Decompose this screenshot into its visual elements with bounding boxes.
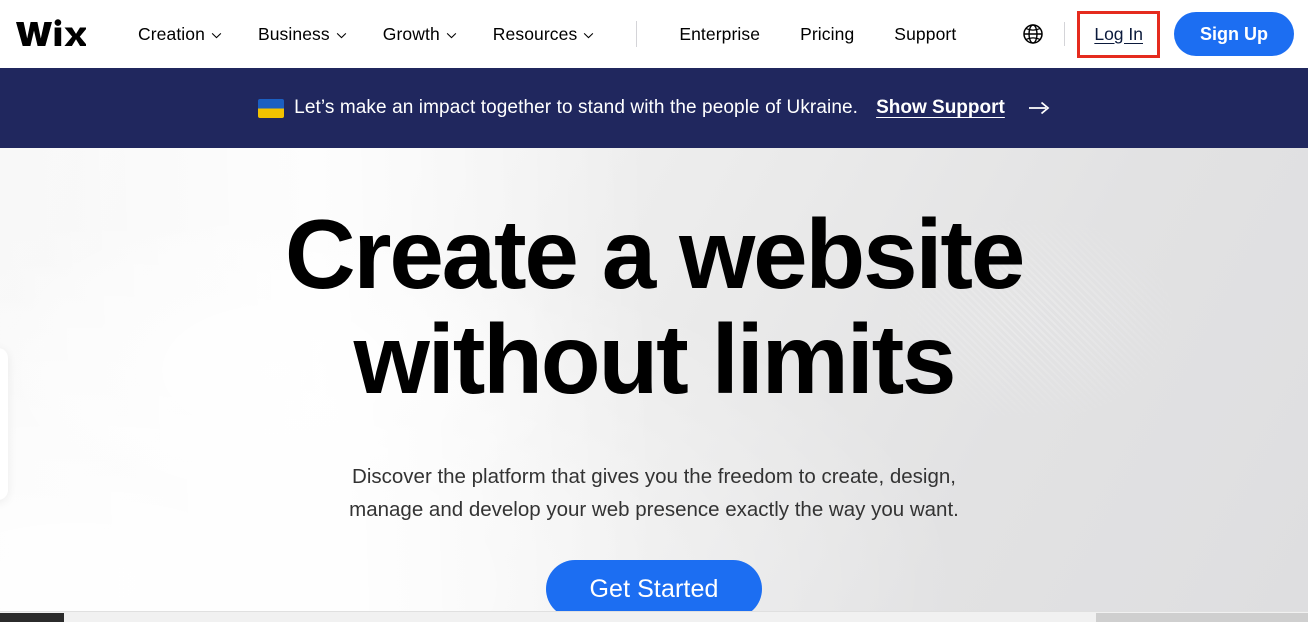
hero-content: Create a website without limits Discover… bbox=[0, 148, 1308, 618]
nav-item-business[interactable]: Business bbox=[240, 16, 365, 53]
signup-button[interactable]: Sign Up bbox=[1174, 12, 1294, 56]
nav-item-growth[interactable]: Growth bbox=[365, 16, 475, 53]
hero-subtitle-line-2: manage and develop your web presence exa… bbox=[349, 498, 959, 521]
nav-item-resources[interactable]: Resources bbox=[475, 16, 613, 53]
nav-item-growth-label: Growth bbox=[382, 23, 440, 44]
login-link: Log In bbox=[1094, 23, 1143, 44]
banner-content: Let’s make an impact together to stand w… bbox=[258, 97, 1050, 119]
nav-divider bbox=[636, 21, 638, 47]
hero-subtitle: Discover the platform that gives you the… bbox=[0, 460, 1308, 526]
wix-logo[interactable] bbox=[14, 17, 86, 51]
nav-item-pricing[interactable]: Pricing bbox=[780, 16, 874, 53]
nav-item-support[interactable]: Support bbox=[874, 16, 976, 53]
primary-nav: Creation Business Growth Resources bbox=[120, 16, 612, 53]
nav-item-support-label: Support bbox=[894, 23, 957, 44]
chevron-down-icon bbox=[446, 32, 457, 38]
hero-cta-wrapper: Get Started bbox=[0, 560, 1308, 618]
nav-item-creation[interactable]: Creation bbox=[120, 16, 240, 53]
show-support-link[interactable]: Show Support bbox=[876, 97, 1005, 119]
banner-message: Let’s make an impact together to stand w… bbox=[294, 97, 859, 118]
chevron-down-icon bbox=[336, 32, 347, 38]
secondary-nav: Enterprise Pricing Support bbox=[659, 16, 976, 53]
nav-actions-divider bbox=[1064, 22, 1066, 46]
nav-item-enterprise-label: Enterprise bbox=[679, 23, 761, 44]
nav-item-creation-label: Creation bbox=[138, 23, 205, 44]
page-title: Create a website without limits bbox=[0, 202, 1308, 412]
ukraine-flag-icon bbox=[258, 98, 285, 118]
hero-subtitle-line-1: Discover the platform that gives you the… bbox=[352, 465, 956, 488]
nav-actions: Log In Sign Up bbox=[1016, 10, 1294, 58]
nav-item-resources-label: Resources bbox=[492, 23, 578, 44]
hero-title-line-1: Create a website bbox=[284, 199, 1025, 309]
horizontal-scrollbar-thumb[interactable] bbox=[0, 613, 64, 622]
page-root: Creation Business Growth Resources Enter… bbox=[0, 0, 1308, 622]
horizontal-scrollbar[interactable] bbox=[0, 611, 1308, 622]
top-navigation-bar: Creation Business Growth Resources Enter… bbox=[0, 0, 1308, 68]
ukraine-support-banner: Let’s make an impact together to stand w… bbox=[0, 68, 1308, 148]
get-started-button[interactable]: Get Started bbox=[545, 560, 763, 618]
globe-icon[interactable] bbox=[1016, 17, 1050, 51]
horizontal-scrollbar-track-right[interactable] bbox=[1096, 613, 1308, 622]
nav-item-enterprise[interactable]: Enterprise bbox=[659, 16, 780, 53]
arrow-right-icon bbox=[1028, 101, 1050, 115]
hero-title-line-2: without limits bbox=[353, 304, 957, 414]
hero-section: Create a website without limits Discover… bbox=[0, 148, 1308, 622]
chevron-down-icon bbox=[584, 32, 594, 38]
login-button-highlight[interactable]: Log In bbox=[1077, 10, 1160, 58]
chevron-down-icon bbox=[211, 32, 222, 38]
nav-item-business-label: Business bbox=[257, 23, 330, 44]
nav-item-pricing-label: Pricing bbox=[800, 23, 855, 44]
